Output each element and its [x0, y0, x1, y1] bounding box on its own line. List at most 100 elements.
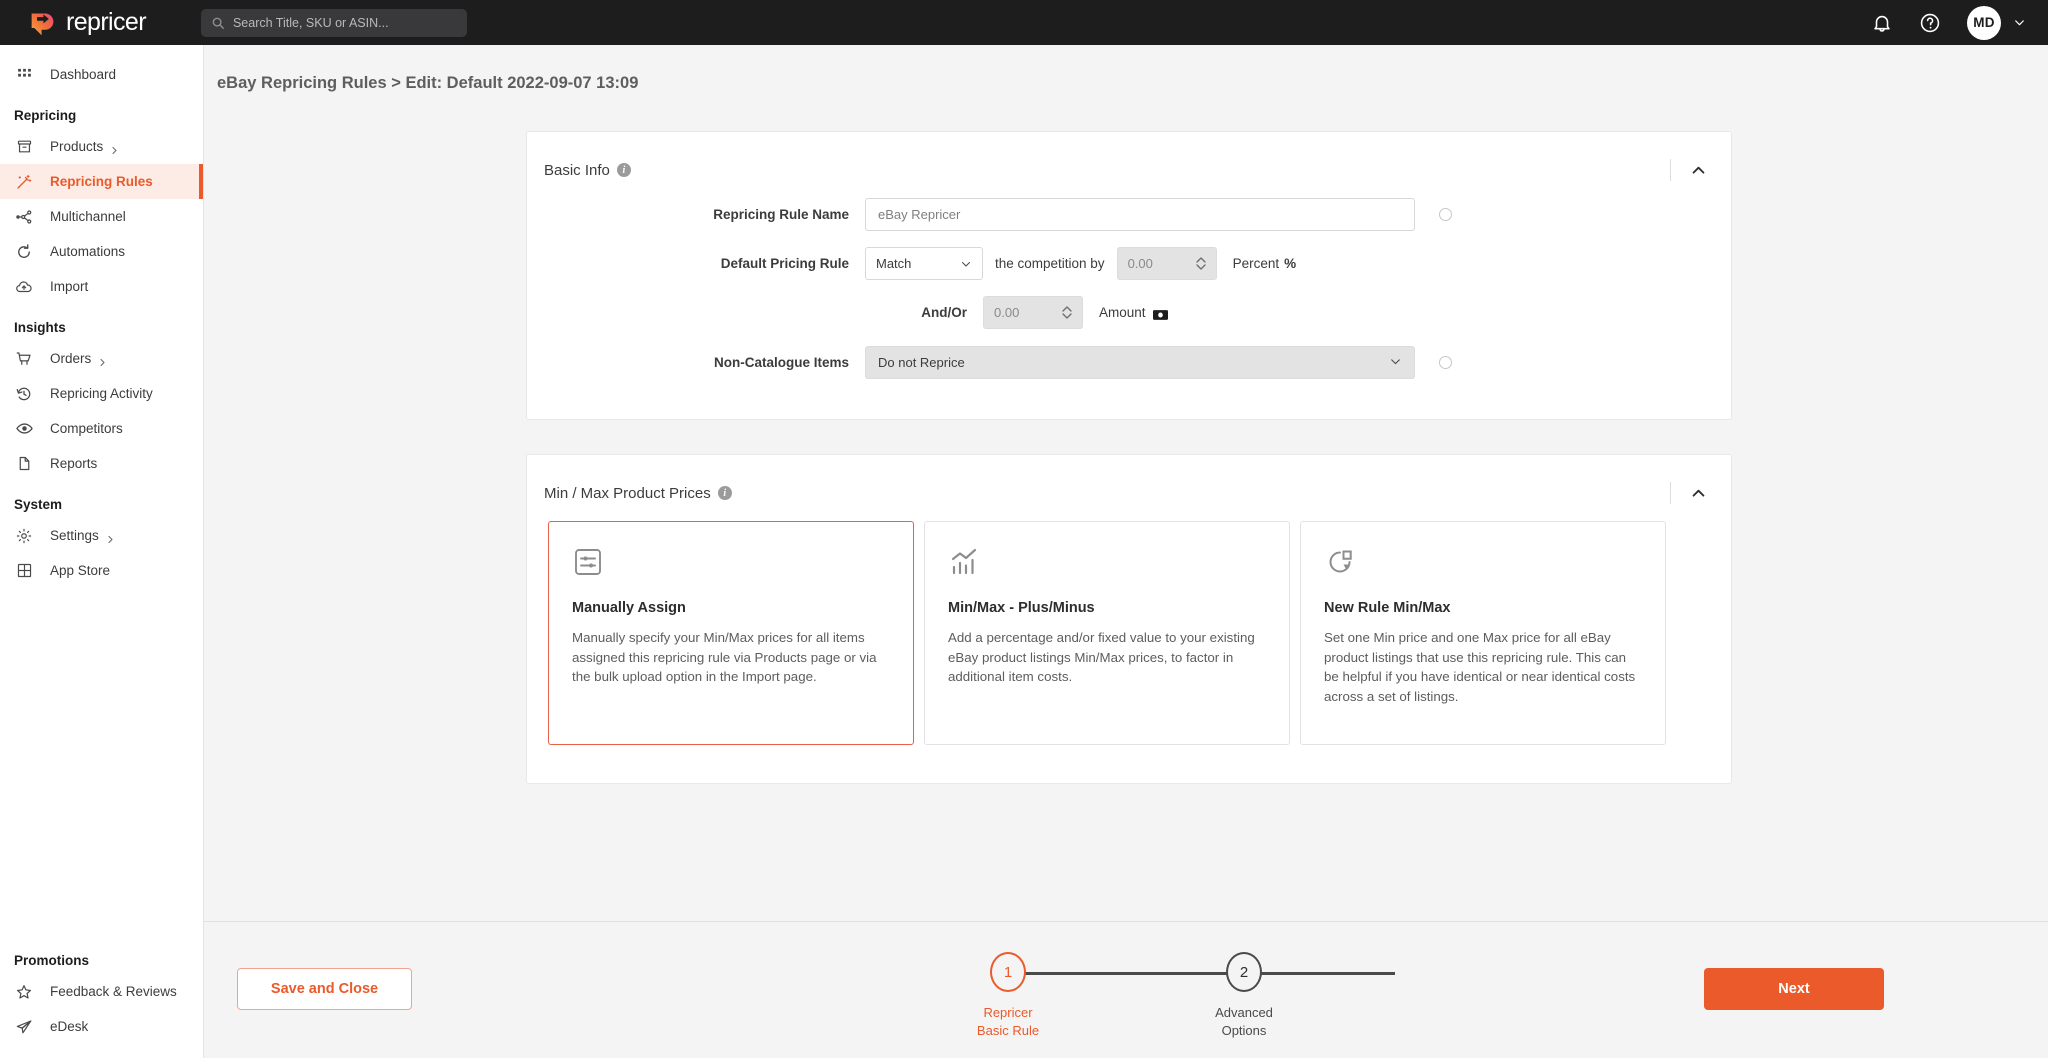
sidebar-item-products[interactable]: Products — [0, 129, 203, 164]
competition-text: the competition by — [995, 256, 1105, 271]
step-1-circle[interactable]: 1 — [990, 952, 1026, 992]
save-and-close-button[interactable]: Save and Close — [237, 968, 412, 1010]
non-catalogue-select[interactable]: Do not Reprice — [865, 346, 1415, 379]
divider — [1670, 159, 1671, 181]
info-icon[interactable]: i — [616, 163, 631, 177]
amount-suffix-label: Amount — [1099, 305, 1146, 320]
sidebar-item-label: Feedback & Reviews — [50, 984, 177, 999]
user-avatar[interactable]: MD — [1967, 5, 2001, 40]
percent-stepper[interactable]: 0.00 — [1116, 247, 1217, 280]
sidebar-item-feedback-reviews[interactable]: Feedback & Reviews — [0, 974, 203, 1009]
rule-name-label: Repricing Rule Name — [713, 207, 849, 222]
sidebar-heading-insights: Insights — [14, 320, 66, 335]
sidebar-item-dashboard[interactable]: Dashboard — [0, 57, 203, 92]
andor-row: And/Or 0.00 Amount — [527, 296, 1731, 329]
sidebar-item-orders[interactable]: Orders — [0, 341, 203, 376]
percent-symbol: % — [1284, 256, 1297, 271]
info-icon[interactable]: i — [717, 486, 732, 500]
pricing-rule-select[interactable]: Match — [865, 247, 983, 280]
non-catalogue-row: Non-Catalogue Items Do not Reprice — [527, 346, 1731, 379]
chevron-down-icon — [960, 258, 972, 270]
sidebar-item-reports[interactable]: Reports — [0, 446, 203, 481]
sidebar-item-label: Dashboard — [50, 67, 117, 82]
sidebar-item-automations[interactable]: Automations — [0, 234, 203, 269]
sidebar-heading-system: System — [14, 497, 63, 512]
stepper-track: 1 2 — [964, 952, 1395, 994]
avatar-chevron-down-icon[interactable] — [2013, 16, 2026, 29]
sidebar-item-label: eDesk — [50, 1019, 89, 1034]
non-catalogue-help-icon[interactable] — [1439, 356, 1452, 369]
step-2-label-line1: Advanced — [1215, 1005, 1273, 1020]
pie-chart-icon — [1324, 546, 1356, 578]
star-icon — [14, 982, 34, 1002]
sidebar-item-edesk[interactable]: eDesk — [0, 1009, 203, 1044]
sidebar-item-import[interactable]: Import — [0, 269, 203, 304]
sidebar-heading-repricing: Repricing — [14, 108, 77, 123]
collapse-chevron-up-icon[interactable] — [1690, 485, 1707, 502]
sidebar-item-multichannel[interactable]: Multichannel — [0, 199, 203, 234]
brand-name: repricer — [66, 8, 147, 36]
sidebar-item-label: App Store — [50, 563, 111, 578]
rule-name-help-icon[interactable] — [1439, 208, 1452, 221]
sidebar-item-repricing-rules[interactable]: Repricing Rules — [0, 164, 203, 199]
chevron-right-icon — [98, 354, 107, 367]
sidebar-item-app-store[interactable]: App Store — [0, 553, 203, 588]
percent-suffix-label: Percent — [1232, 256, 1280, 271]
sidebar-item-label: Products — [50, 139, 104, 154]
sidebar-item-label: Repricing Activity — [50, 386, 153, 401]
option-card-min-max-plus-minus[interactable]: Min/Max - Plus/Minus Add a percentage an… — [924, 521, 1290, 745]
chevron-right-icon — [110, 142, 119, 155]
apps-grid-icon — [14, 561, 34, 581]
sidebar-bottom-group: Promotions Feedback & Reviews eDesk — [0, 937, 203, 1044]
sidebar-item-settings[interactable]: Settings — [0, 518, 203, 553]
help-question-icon[interactable] — [1919, 12, 1941, 34]
top-bar: repricer MD — [0, 0, 2048, 45]
step-1-label-line1: Repricer — [983, 1005, 1033, 1020]
sidebar-item-label: Competitors — [50, 421, 123, 436]
sidebar-item-competitors[interactable]: Competitors — [0, 411, 203, 446]
andor-label: And/Or — [921, 305, 967, 320]
cloud-upload-icon — [14, 277, 34, 297]
paper-plane-icon — [14, 1017, 34, 1037]
cart-icon — [14, 349, 34, 369]
sidebar-item-label: Multichannel — [50, 209, 126, 224]
stepper-arrows-icon[interactable] — [1195, 257, 1206, 270]
next-button[interactable]: Next — [1704, 968, 1884, 1010]
amount-suffix: Amount — [1099, 305, 1168, 320]
history-icon — [14, 384, 34, 404]
card-title: New Rule Min/Max — [1324, 600, 1451, 616]
option-card-manually-assign[interactable]: Manually Assign Manually specify your Mi… — [548, 521, 914, 745]
sidebar-item-label: Automations — [50, 244, 126, 259]
step-2-label: Advanced Options — [1184, 1004, 1304, 1039]
footer-bar: Save and Close 1 2 Repricer Basic Rule A… — [204, 921, 2048, 1058]
option-card-new-rule-min-max[interactable]: New Rule Min/Max Set one Min price and o… — [1300, 521, 1666, 745]
percent-suffix: Percent % — [1233, 256, 1297, 271]
sidebar-item-repricing-activity[interactable]: Repricing Activity — [0, 376, 203, 411]
grid-icon — [14, 65, 34, 85]
search-input[interactable] — [232, 15, 457, 30]
gear-icon — [14, 526, 34, 546]
chevron-right-icon — [106, 531, 115, 544]
step-1-label: Repricer Basic Rule — [948, 1004, 1068, 1039]
brand-logo[interactable]: repricer — [28, 8, 147, 37]
collapse-chevron-up-icon[interactable] — [1690, 162, 1707, 179]
step-2-circle[interactable]: 2 — [1226, 952, 1262, 992]
percent-value: 0.00 — [1127, 256, 1153, 271]
sidebar-item-label: Repricing Rules — [50, 174, 153, 189]
sidebar-heading-promotions: Promotions — [14, 953, 90, 968]
document-icon — [14, 454, 34, 474]
repricer-logo-icon — [28, 8, 57, 37]
wizard-stepper: 1 2 Repricer Basic Rule Advanced Options — [964, 952, 1395, 1038]
bar-chart-icon — [948, 546, 980, 578]
rule-name-input[interactable]: eBay Repricer — [865, 198, 1415, 231]
sidebar-item-label: Orders — [50, 351, 92, 366]
panel-title: Basic Info — [544, 161, 610, 179]
stepper-arrows-icon[interactable] — [1062, 306, 1072, 319]
card-description: Set one Min price and one Max price for … — [1324, 630, 1636, 705]
amount-stepper[interactable]: 0.00 — [983, 296, 1083, 329]
global-search[interactable] — [200, 8, 467, 37]
sliders-icon — [572, 546, 604, 578]
chevron-down-icon — [1389, 355, 1402, 371]
notification-bell-icon[interactable] — [1871, 12, 1893, 34]
rule-name-row: Repricing Rule Name eBay Repricer — [527, 198, 1731, 231]
